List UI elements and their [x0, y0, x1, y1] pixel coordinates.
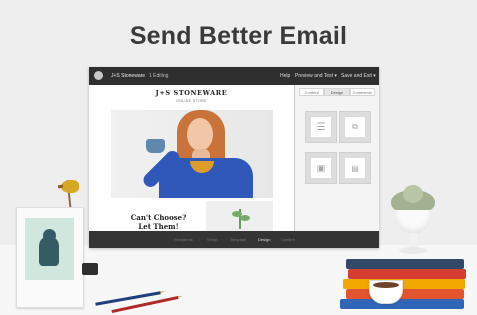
cta-heading-line2: Let Them! [138, 222, 179, 231]
preview-test-menu[interactable]: Preview and Test ▾ [295, 73, 337, 79]
image-text-icon: ▤ [351, 163, 359, 173]
step-separator-icon: › [274, 237, 276, 242]
campaign-name: J+S Stoneware [111, 73, 146, 79]
mug-shape [146, 139, 165, 153]
email-editor-window: J+S Stoneware 1 Editing Help Preview and… [89, 67, 379, 248]
image-text-block[interactable]: ▤ [339, 152, 371, 184]
step-separator-icon: › [252, 237, 254, 242]
speaker-decoration [82, 263, 98, 275]
step-separator-icon: › [199, 237, 201, 242]
step-confirm[interactable]: Confirm [281, 237, 295, 242]
step-design[interactable]: Design [258, 237, 270, 242]
book-spine [343, 279, 465, 289]
image-icon: ▣ [316, 162, 326, 173]
text-block[interactable]: ☰ [305, 111, 337, 143]
step-setup[interactable]: Setup [207, 237, 217, 242]
plant-image-block[interactable] [206, 201, 273, 231]
text-block-icon: ☰ [311, 117, 331, 137]
cta-heading-line1: Can't Choose? [130, 213, 187, 222]
text-lines-icon: ☰ [316, 121, 326, 133]
tab-comments[interactable]: Comments [349, 88, 375, 96]
coffee-surface [373, 282, 399, 288]
book-spine [340, 299, 464, 309]
bird-shape [61, 180, 79, 193]
book-spine [348, 269, 466, 279]
cta-text-block[interactable]: Can't Choose? Let Them! [111, 201, 206, 231]
social-icons-icon: ⧉ [352, 122, 358, 131]
image-block-icon: ▣ [311, 158, 331, 178]
book-spine [346, 289, 464, 299]
tab-content[interactable]: Content [299, 88, 325, 96]
step-recipients[interactable]: Recipients [174, 237, 193, 242]
plant-leaf-icon [240, 215, 250, 221]
framed-art [25, 218, 74, 280]
coffee-cup [369, 280, 403, 304]
save-exit-menu[interactable]: Save and Exit ▾ [341, 73, 376, 79]
social-block-icon: ⧉ [345, 117, 365, 137]
editor-topbar: J+S Stoneware 1 Editing Help Preview and… [89, 67, 379, 85]
email-brand-subtitle: ONLINE STORE [176, 99, 207, 103]
editing-status: 1 Editing [149, 73, 169, 79]
book-stack [340, 251, 477, 313]
image-text-block-icon: ▤ [345, 158, 365, 178]
pot-stem-shape [409, 233, 417, 248]
social-block[interactable]: ⧉ [339, 111, 371, 143]
picture-frame [16, 207, 84, 308]
pot-bowl-shape [395, 210, 431, 234]
monkey-body-shape [39, 236, 59, 266]
page-headline: Send Better Email [129, 22, 348, 50]
step-template[interactable]: Template [230, 237, 246, 242]
tab-design[interactable]: Design [324, 88, 350, 96]
book-spine [346, 259, 464, 269]
campaign-steps-bar: Recipients › Setup › Template › Design ›… [89, 231, 379, 248]
image-block[interactable]: ▣ [305, 152, 337, 184]
workspace-scene: Send Better Email J+S Stoneware 1 Editin… [0, 0, 477, 315]
email-brand-title: J+S STONEWARE [155, 89, 228, 97]
hero-image[interactable] [111, 110, 273, 198]
face-shape [187, 118, 213, 151]
app-logo-icon [94, 71, 103, 80]
bird-decoration [50, 179, 79, 209]
design-sidebar: Content Design Comments ☰ ⧉ ▣ ▤ [295, 85, 379, 231]
sidebar-tabs: Content Design Comments [299, 88, 375, 96]
help-link[interactable]: Help [280, 73, 290, 79]
email-preview-canvas[interactable]: J+S STONEWARE ONLINE STORE Can't Choose?… [89, 85, 295, 231]
step-separator-icon: › [221, 237, 223, 242]
